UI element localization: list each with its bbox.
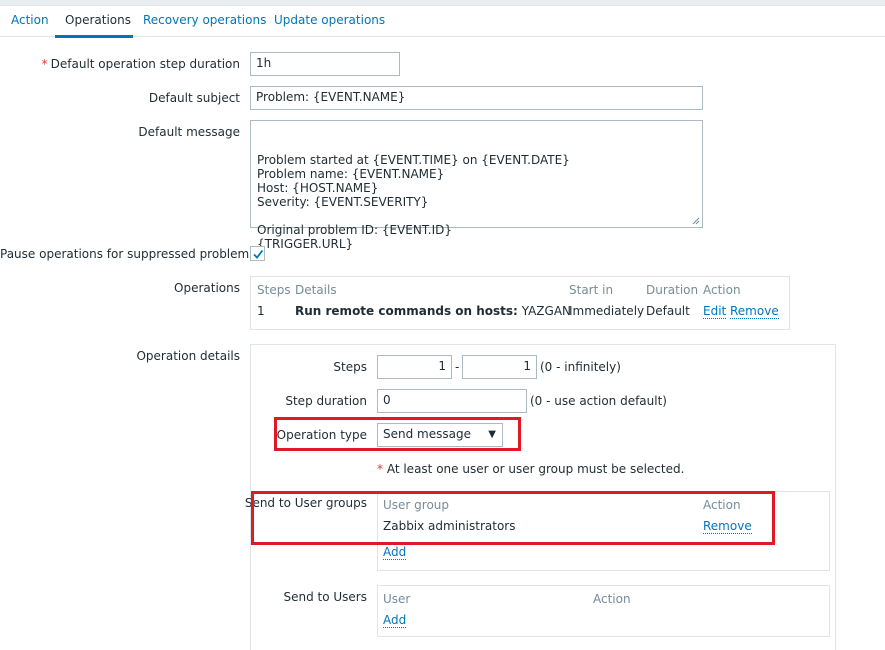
operation-type-value: Send message (383, 427, 471, 441)
col-user-group-action: Action (703, 498, 741, 512)
default-message-label: Default message (138, 125, 240, 139)
dropdown-arrow-icon: ▼ (488, 429, 496, 440)
required-note-asterisk: * (377, 462, 383, 476)
col-user-action: Action (593, 592, 631, 606)
default-message-textarea[interactable]: Problem started at {EVENT.TIME} on {EVEN… (250, 120, 703, 251)
col-user-group: User group (383, 498, 450, 512)
operations-label: Operations (174, 281, 240, 295)
default-step-duration-input[interactable]: 1h (250, 52, 400, 76)
required-asterisk: * (41, 57, 48, 71)
default-subject-label: Default subject (148, 91, 240, 105)
default-subject-input[interactable]: Problem: {EVENT.NAME} (250, 86, 703, 110)
default-step-duration-label: * Default operation step duration (41, 57, 240, 71)
op-row-start-in: Immediately (569, 304, 645, 318)
tab-operations[interactable]: Operations (65, 13, 131, 27)
steps-label: Steps (333, 360, 367, 374)
user-add-link[interactable]: Add (383, 614, 407, 628)
step-duration-input[interactable]: 0 (377, 389, 527, 413)
steps-to-input[interactable]: 1 (462, 355, 537, 379)
active-tab-indicator (55, 35, 133, 38)
col-action: Action (703, 283, 741, 297)
tab-action[interactable]: Action (11, 13, 49, 27)
operation-type-label: Operation type (276, 428, 367, 442)
send-to-users-label: Send to Users (283, 590, 367, 604)
tab-recovery-operations[interactable]: Recovery operations (143, 13, 266, 27)
op-row-steps: 1 (257, 304, 265, 318)
op-edit-link[interactable]: Edit (703, 305, 727, 319)
resize-handle-icon[interactable] (692, 217, 700, 225)
required-note: * At least one user or user group must b… (377, 462, 685, 476)
user-group-name: Zabbix administrators (383, 519, 516, 533)
default-message-text: Problem started at {EVENT.TIME} on {EVEN… (257, 153, 570, 251)
step-duration-label: Step duration (285, 394, 367, 408)
steps-from-input[interactable]: 1 (377, 355, 452, 379)
tab-bar: Action Operations Recovery operations Up… (0, 6, 885, 38)
col-user: User (383, 592, 411, 606)
pause-suppressed-label: Pause operations for suppressed problems (0, 247, 256, 261)
send-to-user-groups-label: Send to User groups (244, 496, 367, 510)
tab-update-operations[interactable]: Update operations (274, 13, 385, 27)
op-row-details: Run remote commands on hosts: YAZGAN (295, 304, 571, 318)
steps-separator: - (455, 360, 460, 374)
col-duration: Duration (646, 283, 699, 297)
step-duration-hint: (0 - use action default) (530, 394, 667, 408)
col-details: Details (295, 283, 337, 297)
operation-type-select[interactable]: Send message ▼ (377, 423, 503, 447)
user-group-remove-link[interactable]: Remove (703, 520, 752, 534)
users-table: User Action Add (377, 585, 830, 637)
user-groups-table: User group Action Zabbix administrators … (377, 491, 830, 571)
operations-table: Steps Details Start in Duration Action 1… (250, 276, 790, 330)
steps-hint: (0 - infinitely) (540, 360, 621, 374)
col-start-in: Start in (569, 283, 614, 297)
op-remove-link[interactable]: Remove (730, 305, 779, 319)
checkmark-icon (253, 249, 264, 259)
pause-suppressed-checkbox[interactable] (250, 246, 265, 261)
user-group-add-link[interactable]: Add (383, 546, 407, 560)
op-row-duration: Default (646, 304, 690, 318)
col-steps: Steps (257, 283, 291, 297)
